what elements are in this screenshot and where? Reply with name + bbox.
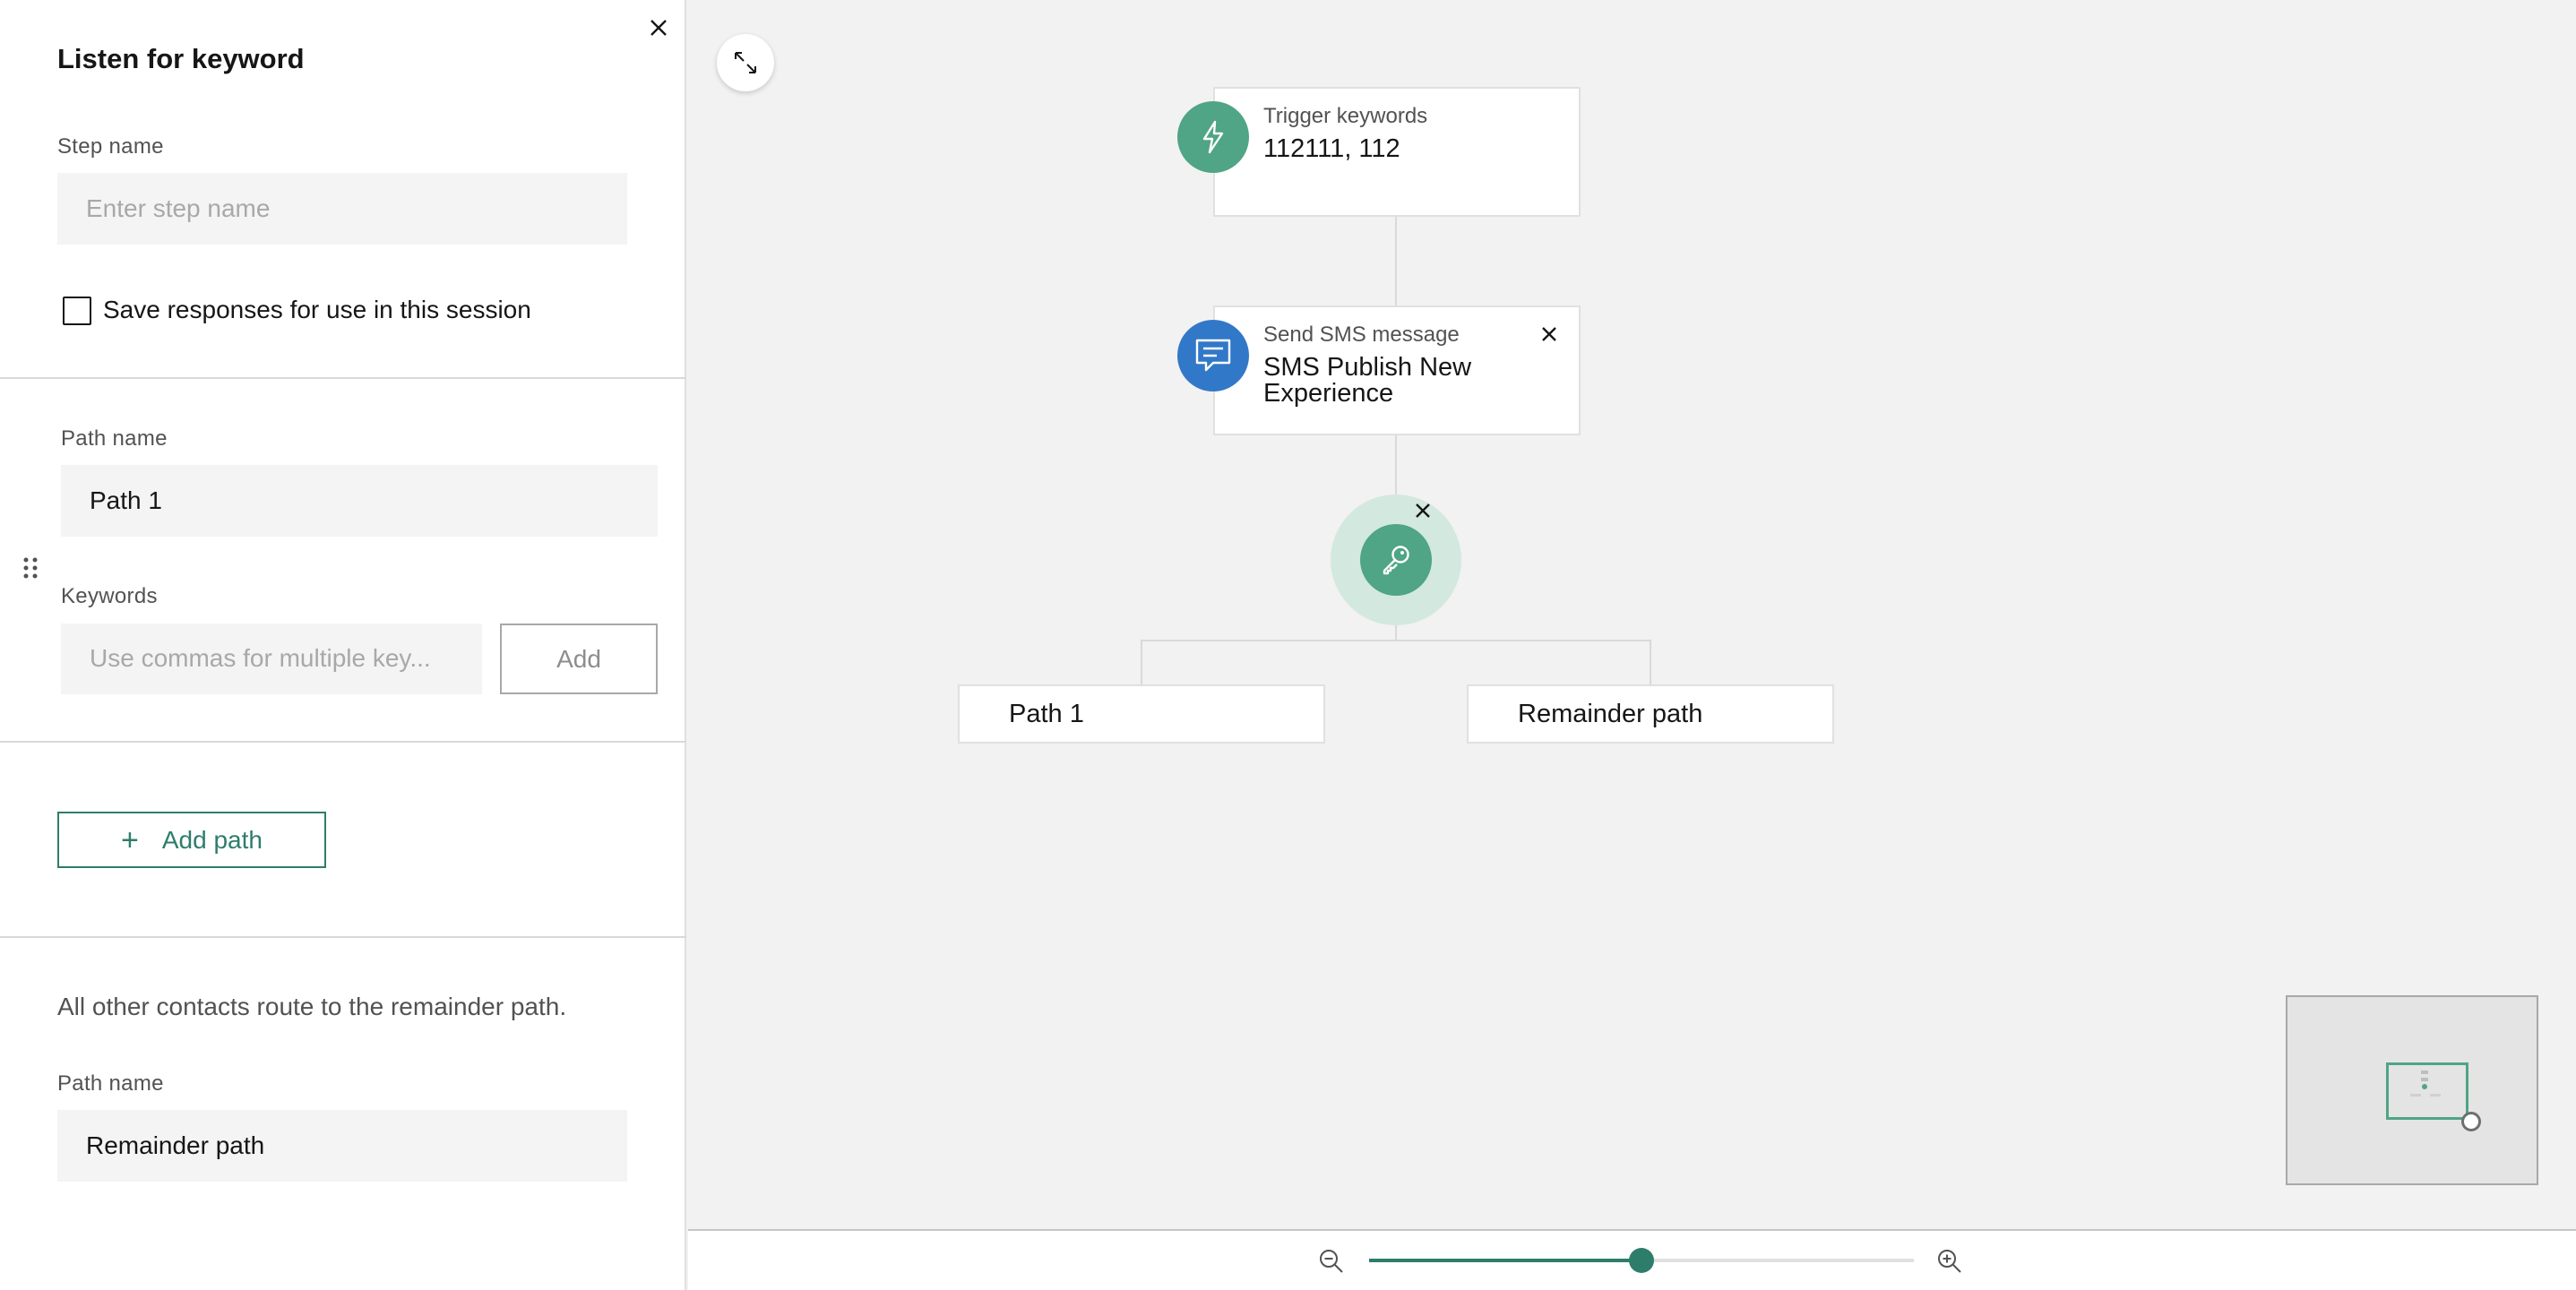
panel-title: Listen for keyword: [57, 43, 305, 74]
plus-icon: +: [121, 822, 139, 857]
connector-line: [1395, 434, 1397, 496]
add-path-button[interactable]: + Add path: [57, 812, 326, 868]
chat-icon: [1195, 339, 1231, 372]
step-config-panel: Listen for keyword Step name Save respon…: [0, 0, 686, 1290]
connector-line: [1141, 640, 1651, 641]
remainder-note: All other contacts route to the remainde…: [57, 993, 567, 1020]
connector-line: [1141, 640, 1142, 686]
keyword-node[interactable]: [1360, 524, 1432, 596]
save-responses-label: Save responses for use in this session: [103, 296, 531, 323]
section-divider: [0, 936, 686, 938]
path-name-label: Path name: [61, 426, 168, 451]
connector-line: [1395, 215, 1397, 307]
zoom-slider-thumb[interactable]: [1629, 1248, 1654, 1273]
path-box-path-1[interactable]: Path 1: [958, 684, 1325, 744]
expand-icon: [735, 52, 756, 73]
keywords-input[interactable]: [61, 624, 482, 694]
section-divider: [0, 741, 686, 743]
lightning-icon: [1202, 120, 1224, 154]
remainder-path-name-input[interactable]: [57, 1110, 627, 1182]
minimap-preview: [2410, 1071, 2441, 1096]
remainder-path-name-label: Path name: [57, 1071, 164, 1096]
minimap[interactable]: [2286, 995, 2538, 1185]
connector-line: [1395, 624, 1397, 641]
trigger-node-type: Trigger keywords: [1263, 104, 1428, 128]
sms-node-type: Send SMS message: [1263, 322, 1460, 347]
path-box-remainder[interactable]: Remainder path: [1467, 684, 1834, 744]
sms-node-icon[interactable]: [1177, 320, 1249, 391]
save-responses-checkbox[interactable]: [63, 297, 91, 325]
drag-handle-icon[interactable]: [22, 555, 39, 580]
path-name-input[interactable]: [61, 465, 658, 537]
zoom-in-icon[interactable]: [1935, 1247, 1964, 1276]
step-name-label: Step name: [57, 134, 164, 159]
remove-keyword-node-icon[interactable]: [1411, 499, 1434, 522]
close-panel-icon[interactable]: [643, 13, 674, 43]
minimap-viewport[interactable]: [2386, 1062, 2468, 1120]
expand-button[interactable]: [717, 34, 774, 91]
trigger-node-value: 112111, 112: [1263, 134, 1400, 163]
add-path-label: Add path: [161, 825, 263, 854]
minimap-resize-handle[interactable]: [2461, 1112, 2481, 1131]
sms-node-value-line2: Experience: [1263, 379, 1394, 408]
step-name-input[interactable]: [57, 173, 627, 245]
sms-node-value-line1: SMS Publish New: [1263, 353, 1472, 382]
trigger-node-icon[interactable]: [1177, 101, 1249, 173]
key-icon: [1383, 546, 1409, 575]
section-divider: [0, 377, 686, 379]
add-keyword-button[interactable]: Add: [500, 624, 658, 694]
connector-line: [1650, 640, 1651, 686]
zoom-out-icon[interactable]: [1317, 1247, 1346, 1276]
keywords-label: Keywords: [61, 584, 158, 608]
remove-sms-node-icon[interactable]: [1538, 322, 1561, 346]
zoom-slider-fill: [1369, 1259, 1641, 1262]
